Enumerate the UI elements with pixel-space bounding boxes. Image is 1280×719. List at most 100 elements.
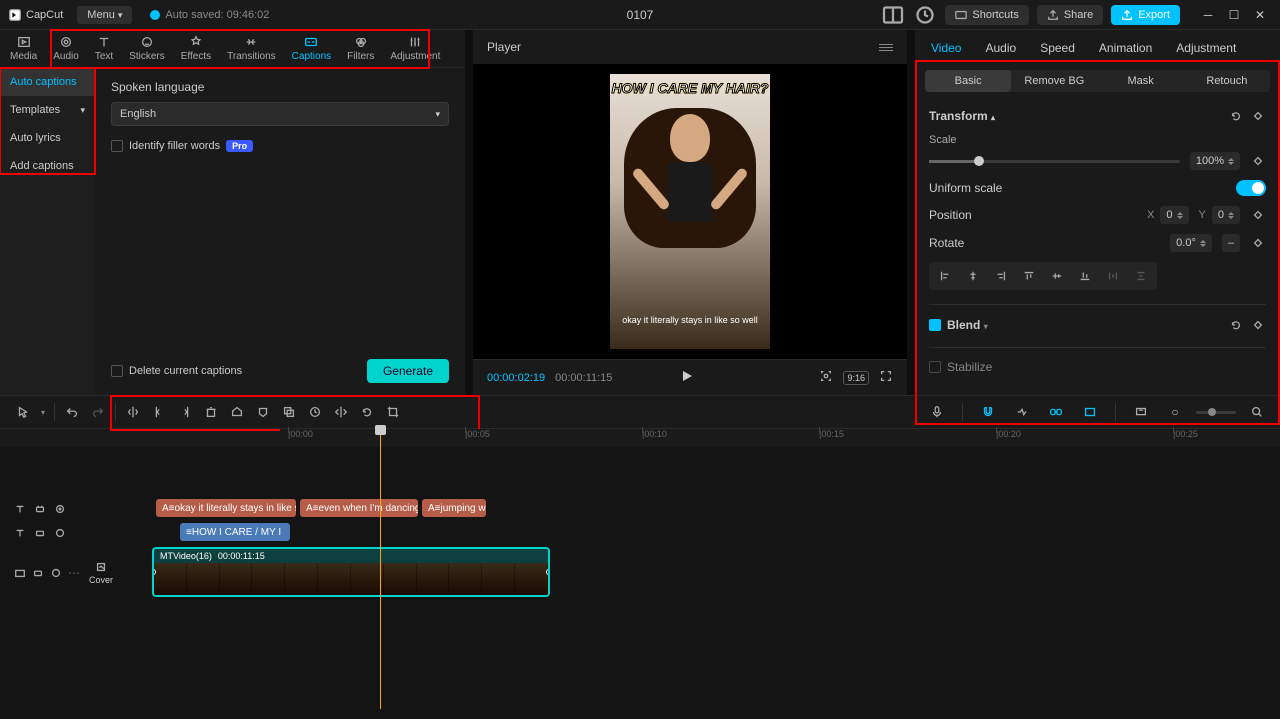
tab-stickers[interactable]: Stickers [121,30,173,68]
sidebar-add-captions[interactable]: Add captions [0,152,95,180]
rotate-dash[interactable]: – [1222,234,1240,252]
trim-right-tool[interactable] [172,399,198,425]
cover-button[interactable]: Cover [86,561,116,585]
insp-tab-speed[interactable]: Speed [1028,30,1087,66]
mask-tool[interactable] [250,399,276,425]
align-vcenter[interactable] [1045,266,1069,286]
align-top[interactable] [1017,266,1041,286]
snap-icon[interactable] [1009,399,1035,425]
minimize-button[interactable]: ─ [1196,3,1220,27]
insp-tab-adjustment[interactable]: Adjustment [1164,30,1248,66]
keyframe-icon[interactable] [1250,108,1266,124]
title-clip[interactable]: ≡ HOW I CARE / MY I [180,523,290,541]
marker-icon[interactable] [1128,399,1154,425]
align-left[interactable] [933,266,957,286]
crop-tool[interactable] [380,399,406,425]
scale-value[interactable]: 100% [1190,152,1240,170]
generate-button[interactable]: Generate [367,359,449,383]
scan-icon[interactable] [819,369,833,386]
share-button[interactable]: Share [1037,5,1103,25]
split-tool[interactable] [120,399,146,425]
position-keyframe-icon[interactable] [1250,207,1266,223]
title-track-head[interactable] [0,527,140,539]
rotate-tool[interactable] [354,399,380,425]
redo-button[interactable] [85,399,111,425]
trim-left-tool[interactable] [146,399,172,425]
playhead[interactable] [380,429,381,709]
mic-icon[interactable] [924,399,950,425]
align-dist-v[interactable] [1129,266,1153,286]
pointer-dropdown[interactable]: ▾ [36,399,50,425]
timeline-ruler[interactable]: |00:00 |00:05 |00:10 |00:15 |00:20 |00:2… [280,429,1280,447]
blend-checkbox[interactable] [929,319,941,331]
align-right[interactable] [989,266,1013,286]
undo-button[interactable] [59,399,85,425]
caption-track[interactable]: A≡ okay it literally stays in like s A≡ … [140,497,1280,521]
play-button[interactable] [679,368,695,387]
magnet-main-icon[interactable] [975,399,1001,425]
tab-effects[interactable]: Effects [173,30,219,68]
align-bottom[interactable] [1073,266,1097,286]
insp-tab-animation[interactable]: Animation [1087,30,1164,66]
duplicate-tool[interactable] [276,399,302,425]
sidebar-auto-captions[interactable]: Auto captions [0,68,95,96]
caption-clip[interactable]: A≡ okay it literally stays in like s [156,499,296,517]
insp-tab-video[interactable]: Video [919,30,973,66]
video-track-head[interactable]: ⋯ Cover [0,561,140,585]
zoom-out-icon[interactable]: ○ [1162,399,1188,425]
position-x-input[interactable]: 0 [1160,206,1188,224]
insp-tab-audio[interactable]: Audio [973,30,1028,66]
zoom-in-icon[interactable] [1244,399,1270,425]
preview-canvas[interactable]: HOW I CARE MY HAIR? okay it literally st… [473,64,907,359]
align-hcenter[interactable] [961,266,985,286]
delete-tool[interactable] [198,399,224,425]
close-button[interactable]: ✕ [1248,3,1272,27]
stabilize-checkbox[interactable] [929,361,941,373]
subtab-basic[interactable]: Basic [925,70,1011,92]
history-icon[interactable] [913,3,937,27]
mirror-tool[interactable] [328,399,354,425]
delete-captions-checkbox[interactable] [111,365,123,377]
blend-keyframe-icon[interactable] [1250,317,1266,333]
title-track[interactable]: ≡ HOW I CARE / MY I [140,521,1280,545]
sidebar-templates[interactable]: Templates▾ [0,96,95,124]
player-menu-icon[interactable] [879,44,893,51]
align-dist-h[interactable] [1101,266,1125,286]
subtab-retouch[interactable]: Retouch [1184,70,1270,92]
shortcuts-button[interactable]: Shortcuts [945,5,1028,25]
subtab-mask[interactable]: Mask [1098,70,1184,92]
scale-keyframe-icon[interactable] [1250,153,1266,169]
caption-clip[interactable]: A≡ even when I'm dancing [300,499,418,517]
rotate-input[interactable]: 0.0° [1170,234,1212,252]
menu-button[interactable]: Menu ▾ [77,6,132,24]
spoken-language-select[interactable]: English ▾ [111,102,449,126]
uniform-scale-toggle[interactable] [1236,180,1266,196]
blend-reset-icon[interactable] [1228,317,1244,333]
rotate-keyframe-icon[interactable] [1250,235,1266,251]
subtab-removebg[interactable]: Remove BG [1011,70,1097,92]
fullscreen-icon[interactable] [879,369,893,386]
tab-audio[interactable]: Audio [45,30,87,68]
export-button[interactable]: Export [1111,5,1180,25]
zoom-slider[interactable] [1196,411,1236,414]
tab-filters[interactable]: Filters [339,30,382,68]
tab-captions[interactable]: Captions [284,30,339,68]
sidebar-auto-lyrics[interactable]: Auto lyrics [0,124,95,152]
reverse-tool[interactable] [302,399,328,425]
scale-slider[interactable] [929,160,1180,163]
tab-media[interactable]: Media [2,30,45,68]
aspect-ratio-badge[interactable]: 9:16 [843,371,869,385]
pointer-tool[interactable] [10,399,36,425]
preview-icon[interactable] [1077,399,1103,425]
video-track[interactable]: MTVideo(16)00:00:11:15 [140,545,1280,601]
tab-text[interactable]: Text [87,30,121,68]
layout-icon[interactable] [881,3,905,27]
maximize-button[interactable]: ☐ [1222,3,1246,27]
reset-icon[interactable] [1228,108,1244,124]
caption-track-head[interactable] [0,503,140,515]
caption-clip[interactable]: A≡ jumping wh [422,499,486,517]
video-clip[interactable]: MTVideo(16)00:00:11:15 [152,547,550,597]
filler-words-checkbox[interactable] [111,140,123,152]
position-y-input[interactable]: 0 [1212,206,1240,224]
tab-transitions[interactable]: Transitions [219,30,284,68]
